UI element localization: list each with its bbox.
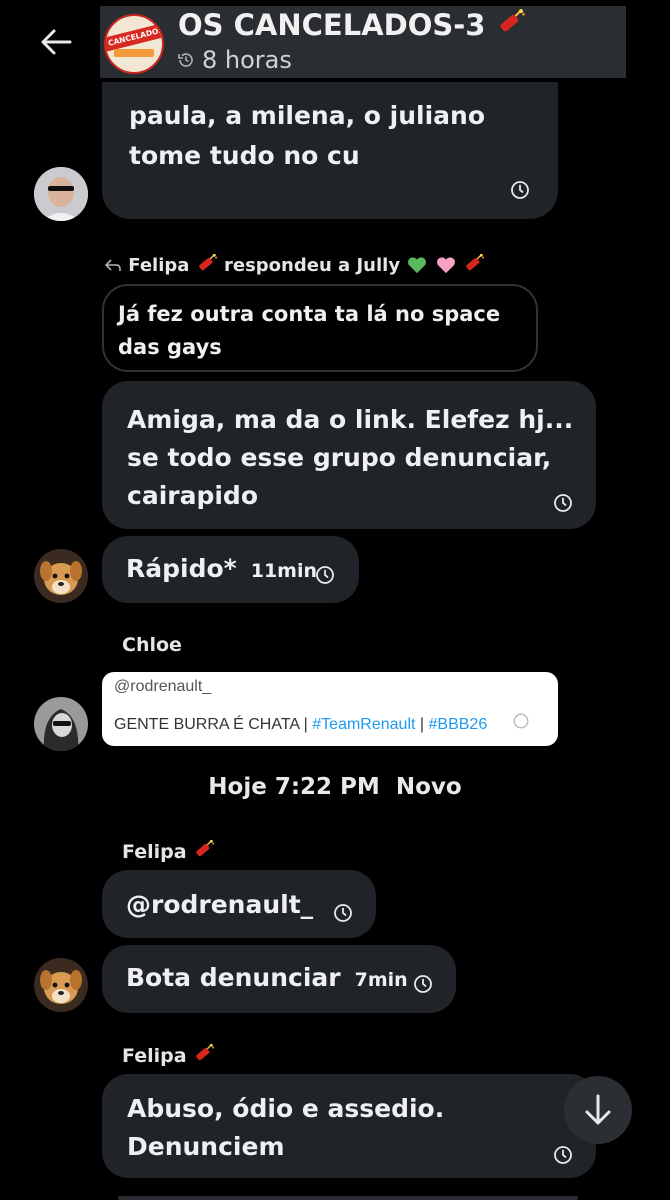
quoted-text: das gays xyxy=(118,335,222,359)
message-bubble[interactable]: @rodrenault_ xyxy=(102,870,376,938)
tweet-separator: | xyxy=(303,716,308,733)
message-time: 11min xyxy=(250,560,318,582)
reply-icon xyxy=(104,259,121,271)
group-avatar-text: CANCELADOS xyxy=(106,21,162,53)
firecracker-icon xyxy=(196,253,218,275)
sender-name: Felipa xyxy=(122,841,187,863)
message-bubble[interactable]: Rápido* 11min xyxy=(102,536,359,603)
tweet-separator: | xyxy=(419,716,425,733)
reply-target: Jully xyxy=(356,255,401,276)
firecracker-icon xyxy=(496,8,526,38)
firecracker-icon xyxy=(193,839,215,861)
back-arrow-icon[interactable] xyxy=(36,22,76,62)
clock-icon xyxy=(315,565,335,585)
message-bubble[interactable]: Bota denunciar 7min xyxy=(102,945,456,1013)
tweet-preview-card[interactable]: @rodrenault_ GENTE BURRA É CHATA | #Team… xyxy=(102,672,558,746)
message-text: paula, a milena, o juliano xyxy=(129,101,486,130)
group-subtitle: 8 horas xyxy=(202,46,292,74)
divider-date: Hoje 7:22 PM xyxy=(208,774,380,800)
message-text: se todo esse grupo denunciar, xyxy=(127,443,552,472)
group-avatar[interactable]: CANCELADOS xyxy=(104,14,164,74)
firecracker-icon xyxy=(193,1043,215,1065)
message-text: @rodrenault_ xyxy=(126,890,314,919)
new-label: Novo xyxy=(395,774,462,800)
message-text: Denunciem xyxy=(127,1132,285,1161)
scroll-to-bottom-button[interactable] xyxy=(564,1076,632,1144)
clock-icon xyxy=(333,903,353,923)
clock-icon xyxy=(510,180,530,200)
scroll-down-arrow-icon xyxy=(585,1094,611,1125)
reply-action: respondeu a xyxy=(224,255,351,276)
clock-icon xyxy=(413,974,433,994)
avatar[interactable] xyxy=(34,549,88,603)
quoted-reply[interactable]: Já fez outra conta ta lá no space das ga… xyxy=(102,284,538,372)
message-bubble[interactable]: Amiga, ma da o link. Elefez hj... se tod… xyxy=(102,381,596,529)
tweet-handle: @rodrenault_ xyxy=(114,678,212,695)
avatar[interactable] xyxy=(34,958,88,1012)
message-bubble[interactable]: paula, a milena, o juliano tome tudo no … xyxy=(102,82,558,219)
clock-icon xyxy=(553,1145,573,1165)
hashtag-link[interactable]: #TeamRenault xyxy=(312,716,415,733)
reply-author: Felipa xyxy=(128,255,190,276)
pink-heart-icon xyxy=(436,257,455,274)
quoted-text: Já fez outra conta ta lá no space xyxy=(118,302,501,326)
message-text: Rápido* xyxy=(126,554,237,583)
next-message-edge xyxy=(118,1196,578,1200)
message-time: 7min xyxy=(354,969,408,991)
message-text: cairapido xyxy=(127,481,258,510)
avatar[interactable] xyxy=(34,697,88,751)
firecracker-icon xyxy=(463,253,485,275)
message-text: Amiga, ma da o link. Elefez hj... xyxy=(127,405,574,434)
sender-name: Chloe xyxy=(122,634,182,656)
message-bubble[interactable]: Abuso, ódio e assedio. Denunciem xyxy=(102,1074,596,1178)
loading-icon xyxy=(513,713,529,729)
clock-icon xyxy=(553,493,573,513)
new-messages-divider: Hoje 7:22 PM Novo xyxy=(0,774,670,800)
green-heart-icon xyxy=(408,257,427,274)
hashtag-link[interactable]: #BBB26 xyxy=(429,716,488,733)
tweet-text: GENTE BURRA É CHATA xyxy=(114,716,300,733)
message-text: Bota denunciar xyxy=(126,963,341,992)
avatar[interactable] xyxy=(34,167,88,221)
message-text: tome tudo no cu xyxy=(129,141,360,170)
message-text: Abuso, ódio e assedio. xyxy=(127,1094,445,1123)
sender-name: Felipa xyxy=(122,1045,187,1067)
group-title: OS CANCELADOS-3 xyxy=(178,8,486,42)
history-icon xyxy=(178,53,193,67)
